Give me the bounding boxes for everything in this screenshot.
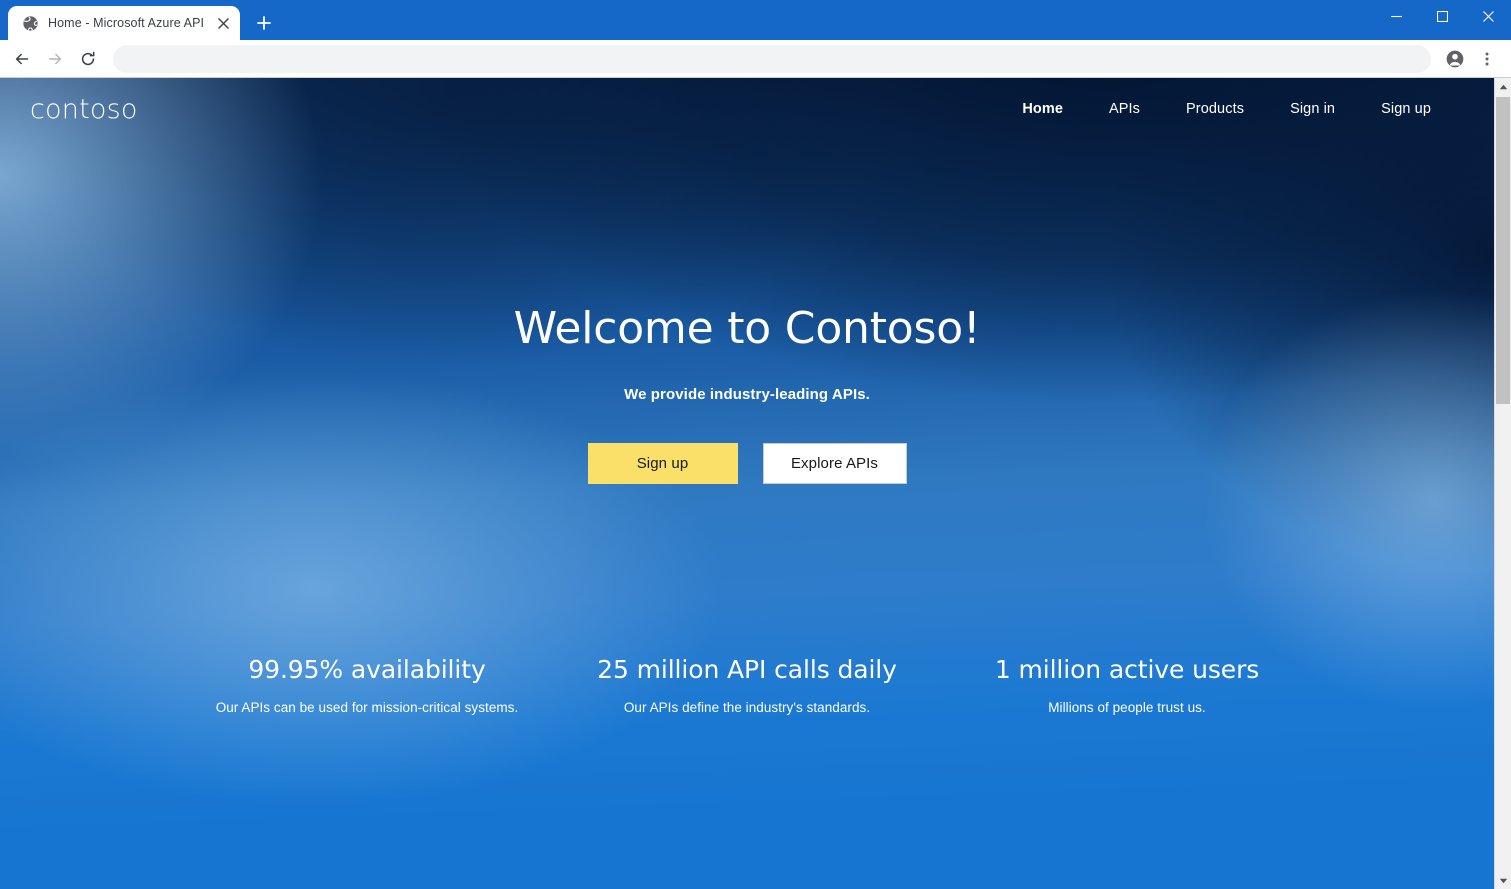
globe-icon xyxy=(22,15,39,32)
stat-item: 25 million API calls daily Our APIs defi… xyxy=(557,655,937,716)
caret-down-icon[interactable] xyxy=(1495,872,1511,889)
close-icon[interactable] xyxy=(1465,0,1511,32)
stat-item: 99.95% availability Our APIs can be used… xyxy=(177,655,557,716)
site-header: contoso Home APIs Products Sign in Sign … xyxy=(0,78,1494,140)
site-logo[interactable]: contoso xyxy=(30,96,138,123)
hero-subtitle: We provide industry-leading APIs. xyxy=(624,386,870,404)
address-bar[interactable] xyxy=(113,44,1431,73)
toolbar-right-actions xyxy=(1440,44,1502,74)
browser-window: Home - Microsoft Azure API Man xyxy=(0,0,1511,889)
sign-up-button[interactable]: Sign up xyxy=(587,443,738,485)
explore-apis-button[interactable]: Explore APIs xyxy=(762,443,907,485)
caret-up-icon[interactable] xyxy=(1495,78,1511,95)
browser-tab[interactable]: Home - Microsoft Azure API Man xyxy=(8,6,240,40)
account-avatar-icon[interactable] xyxy=(1440,44,1470,74)
page-title: Welcome to Contoso! xyxy=(513,303,981,354)
page-viewport: contoso Home APIs Products Sign in Sign … xyxy=(0,78,1511,889)
nav-link-apis[interactable]: APIs xyxy=(1086,93,1163,125)
plus-icon[interactable] xyxy=(250,9,278,37)
window-controls xyxy=(1373,0,1511,40)
hero-section: Welcome to Contoso! We provide industry-… xyxy=(0,140,1494,485)
contoso-developer-portal: contoso Home APIs Products Sign in Sign … xyxy=(0,78,1494,889)
stats-section: 99.95% availability Our APIs can be used… xyxy=(0,655,1494,716)
page-scrollbar[interactable] xyxy=(1494,78,1511,889)
close-icon[interactable] xyxy=(214,14,232,32)
three-dot-menu-icon[interactable] xyxy=(1472,44,1502,74)
maximize-icon[interactable] xyxy=(1419,0,1465,32)
stat-description: Millions of people trust us. xyxy=(1048,700,1206,716)
scrollbar-track[interactable] xyxy=(1495,95,1511,872)
tab-strip: Home - Microsoft Azure API Man xyxy=(0,0,1511,40)
stat-value: 25 million API calls daily xyxy=(597,655,897,685)
nav-link-home[interactable]: Home xyxy=(999,93,1086,125)
stat-value: 99.95% availability xyxy=(248,655,486,685)
nav-link-sign-in[interactable]: Sign in xyxy=(1267,93,1358,125)
hero-actions: Sign up Explore APIs xyxy=(0,443,1494,485)
forward-arrow-icon xyxy=(39,43,71,75)
stat-item: 1 million active users Millions of peopl… xyxy=(937,655,1317,716)
tab-title: Home - Microsoft Azure API Man xyxy=(48,16,205,30)
nav-link-products[interactable]: Products xyxy=(1163,93,1267,125)
back-arrow-icon[interactable] xyxy=(6,43,38,75)
browser-titlebar: Home - Microsoft Azure API Man xyxy=(0,0,1511,40)
main-navigation: Home APIs Products Sign in Sign up xyxy=(999,93,1454,125)
stat-description: Our APIs can be used for mission-critica… xyxy=(215,700,519,716)
reload-icon[interactable] xyxy=(72,43,104,75)
scrollbar-thumb[interactable] xyxy=(1496,97,1510,404)
minimize-icon[interactable] xyxy=(1373,0,1419,32)
browser-toolbar xyxy=(0,40,1511,78)
stat-description: Our APIs define the industry's standards… xyxy=(623,700,871,716)
nav-link-sign-up[interactable]: Sign up xyxy=(1358,93,1454,125)
stat-value: 1 million active users xyxy=(994,655,1260,685)
